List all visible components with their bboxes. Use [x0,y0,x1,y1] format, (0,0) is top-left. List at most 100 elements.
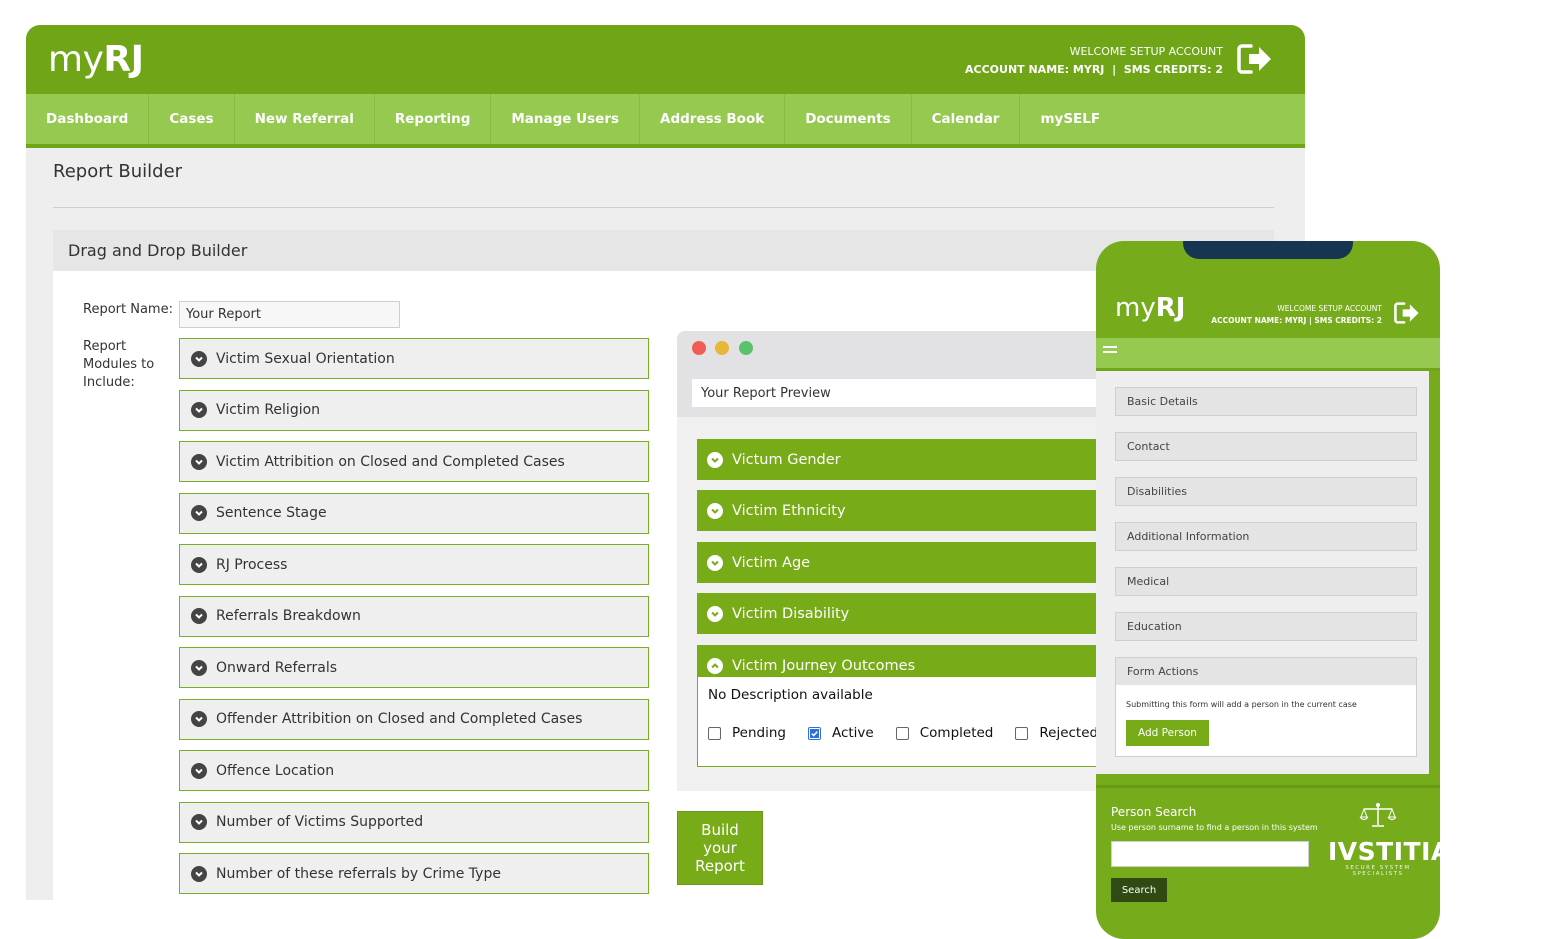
search-button[interactable]: Search [1111,878,1167,902]
checkbox[interactable] [1015,726,1029,740]
account-info: WELCOME SETUP ACCOUNT ACCOUNT NAME: MYRJ… [1211,304,1382,325]
module-item[interactable]: Victim Attribition on Closed and Complet… [179,441,649,482]
window-maximize-dot[interactable] [739,341,753,355]
nav-new-referral[interactable]: New Referral [235,94,375,144]
myrj-logo[interactable]: myRJ [1115,293,1185,323]
add-person-button[interactable]: Add Person [1126,720,1209,746]
status-checkboxes: Pending Active Completed Rejected [708,725,1120,741]
nav-manage-users[interactable]: Manage Users [491,94,641,144]
module-label: Offender Attribition on Closed and Compl… [216,711,583,727]
checkbox[interactable] [708,726,721,740]
preview-module[interactable]: Victim Ethnicity [697,490,1137,531]
window-close-dot[interactable] [692,341,706,355]
account-details: ACCOUNT NAME: MYRJ | SMS CREDITS: 2 [965,63,1223,76]
module-item[interactable]: Victim Sexual Orientation [179,338,649,379]
chevron-down-icon [707,451,723,468]
partner-name: IVSTITIA [1328,837,1440,866]
module-item[interactable]: Number of Victims Supported [179,801,649,843]
chevron-down-icon [707,605,723,622]
hamburger-menu-icon[interactable] [1103,346,1117,358]
nav-cases[interactable]: Cases [149,94,235,144]
report-name-label: Report Name: [83,302,173,317]
chevron-down-icon [191,402,207,418]
sign-out-icon[interactable] [1237,43,1273,75]
preview-module-label: Victim Disability [732,605,850,622]
section-disabilities[interactable]: Disabilities [1115,477,1417,506]
module-item[interactable]: Number of these referrals by Crime Type [179,853,649,894]
module-item[interactable]: Referrals Breakdown [179,595,649,637]
status-option[interactable]: Rejected [1015,725,1098,741]
nav-calendar[interactable]: Calendar [912,94,1021,144]
module-list: Victim Sexual Orientation Victim Religio… [179,338,649,900]
sign-out-icon[interactable] [1394,301,1420,325]
module-item[interactable]: Victim Religion [179,389,649,431]
module-item[interactable]: Offender Attribition on Closed and Compl… [179,698,649,740]
chevron-up-icon [707,657,723,674]
module-detail: No Description available Pending Active … [697,677,1137,767]
preview-module-label: Victim Journey Outcomes [732,657,916,674]
checkbox-checked[interactable] [807,726,821,740]
nav-reporting[interactable]: Reporting [375,94,492,144]
person-search-hint: Use person surname to find a person in t… [1111,823,1318,832]
nav-documents[interactable]: Documents [785,94,912,144]
section-additional-information[interactable]: Additional Information [1115,522,1417,551]
myrj-logo[interactable]: myRJ [48,39,144,80]
module-label: Offence Location [216,762,335,779]
module-label: Onward Referrals [216,659,338,676]
person-search-input[interactable] [1111,841,1309,867]
form-note: Submitting this form will add a person i… [1126,700,1357,709]
divider [1096,785,1440,788]
module-item[interactable]: Offence Location [179,750,649,791]
section-medical[interactable]: Medical [1115,567,1417,596]
report-name-input[interactable] [179,301,400,328]
build-report-button[interactable]: Build your Report [677,811,763,885]
divider [53,207,1274,208]
module-label: Number of these referrals by Crime Type [216,865,501,882]
module-item[interactable]: Sentence Stage [179,492,649,534]
chevron-down-icon [191,762,207,779]
preview-module-label: Victum Gender [732,451,841,468]
window-minimize-dot[interactable] [715,341,729,355]
builder-heading: Drag and Drop Builder [53,230,1274,271]
status-option[interactable]: Pending [708,725,786,741]
account-info: WELCOME SETUP ACCOUNT ACCOUNT NAME: MYRJ… [965,43,1223,79]
chevron-down-icon [191,350,207,367]
form-actions-panel: Submitting this form will add a person i… [1115,685,1417,757]
module-item[interactable]: Onward Referrals [179,647,649,688]
status-option[interactable]: Completed [895,725,993,741]
section-form-actions[interactable]: Form Actions [1115,657,1417,686]
status-option[interactable]: Active [807,725,874,741]
nav-address-book[interactable]: Address Book [640,94,786,144]
preview-module-label: Victim Ethnicity [732,502,846,519]
section-education[interactable]: Education [1115,612,1417,641]
preview-module[interactable]: Victum Gender [697,439,1137,480]
ivstitia-logo: IVSTITIA SECURE SYSTEM SPECIALISTS [1328,801,1440,881]
report-preview-window: Your Report Preview Victum Gender Victim… [677,331,1137,791]
mobile-device: myRJ WELCOME SETUP ACCOUNT ACCOUNT NAME:… [1096,241,1440,939]
nav-myself[interactable]: mySELF [1020,94,1120,144]
checkbox[interactable] [895,726,909,740]
chevron-down-icon [191,711,207,727]
module-label: Sentence Stage [216,505,327,521]
section-basic-details[interactable]: Basic Details [1115,387,1417,416]
chevron-down-icon [191,814,207,830]
chevron-down-icon [191,865,207,882]
preview-module[interactable]: Victim Age [697,542,1137,583]
module-label: Number of Victims Supported [216,814,424,830]
preview-module[interactable]: Victim Disability [697,593,1137,634]
chevron-down-icon [191,505,207,521]
nav-dashboard[interactable]: Dashboard [26,94,150,144]
chevron-down-icon [191,608,207,624]
module-label: Victim Attribition on Closed and Complet… [216,453,565,470]
phone-notch [1183,241,1353,259]
section-contact[interactable]: Contact [1115,432,1417,461]
module-item[interactable]: RJ Process [179,544,649,585]
partner-tagline: SECURE SYSTEM SPECIALISTS [1345,865,1411,877]
scales-icon [1359,803,1397,827]
module-label: Victim Sexual Orientation [216,350,395,367]
chevron-down-icon [707,554,723,571]
main-nav: Dashboard Cases New Referral Reporting M… [26,94,1305,148]
welcome-text: WELCOME SETUP ACCOUNT [1069,45,1223,58]
page-title: Report Builder [53,161,183,182]
chevron-down-icon [707,502,723,519]
